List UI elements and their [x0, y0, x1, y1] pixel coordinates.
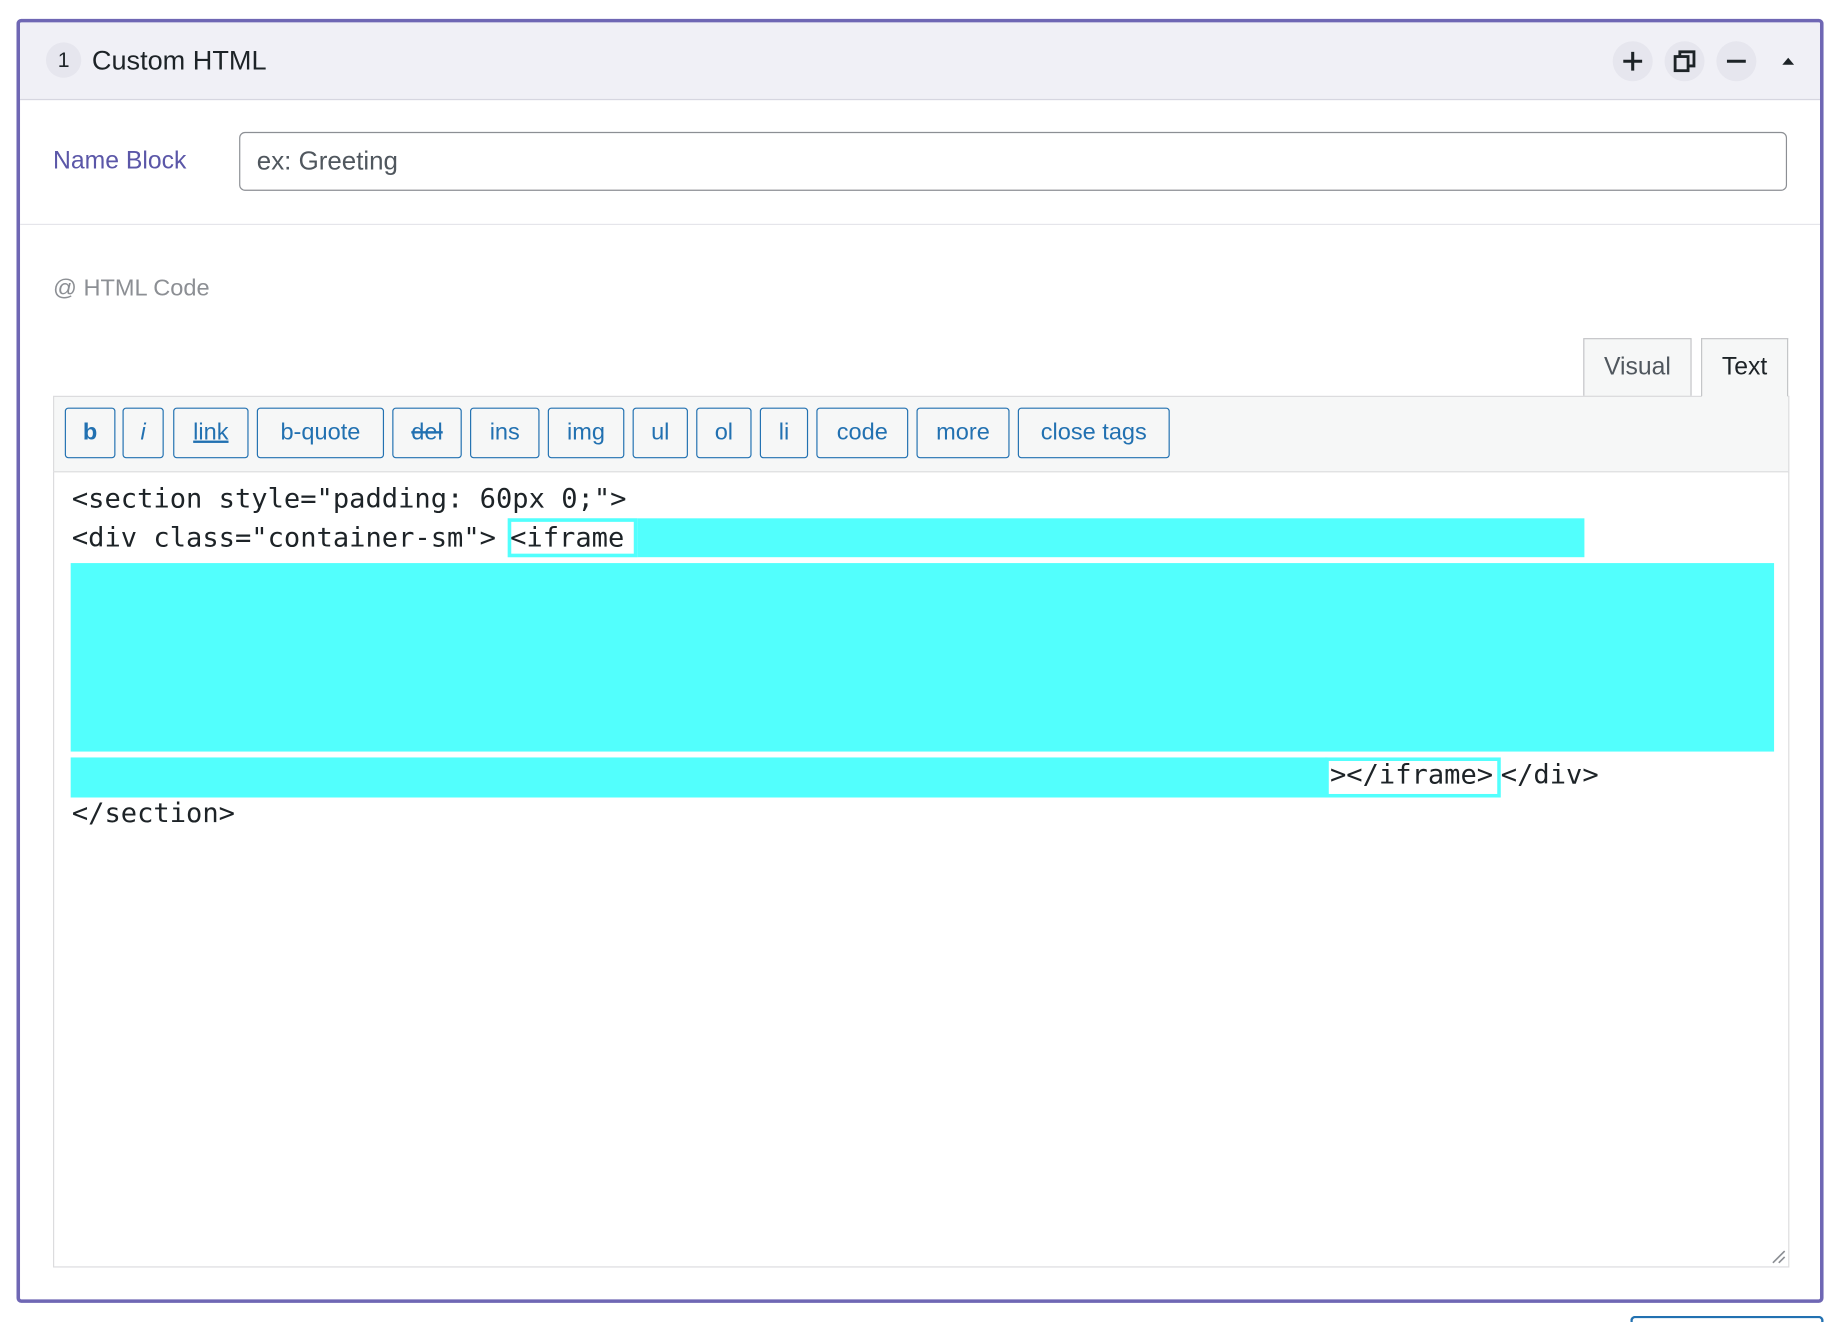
- code-highlight-line4: [70, 757, 1328, 798]
- block-header[interactable]: 1 Custom HTML: [20, 22, 1821, 101]
- quicktag-blockquote-button[interactable]: b-quote: [256, 407, 385, 459]
- code-highlight-block: [70, 563, 1775, 752]
- tab-visual[interactable]: Visual: [1583, 338, 1692, 397]
- code-line-4-div-close: </div>: [1500, 759, 1599, 791]
- quicktag-bold-button[interactable]: b: [64, 407, 116, 459]
- name-block-row: Name Block: [20, 100, 1821, 225]
- block-title: Custom HTML: [91, 44, 267, 76]
- caret-up-icon: [1782, 57, 1795, 65]
- quicktag-more-button[interactable]: more: [916, 407, 1010, 459]
- plus-icon: [1623, 51, 1643, 71]
- quicktag-ul-button[interactable]: ul: [632, 407, 688, 459]
- name-block-label: Name Block: [53, 147, 187, 175]
- minus-icon: [1726, 59, 1746, 63]
- code-line-2-prefix: <div class="container-sm">: [71, 523, 496, 554]
- quicktag-close-tags-button[interactable]: close tags: [1017, 407, 1170, 459]
- duplicate-block-button[interactable]: [1664, 41, 1705, 82]
- quicktag-italic-button[interactable]: i: [122, 407, 164, 459]
- code-line-1: <section style="padding: 60px 0;">: [71, 484, 627, 515]
- html-code-editor[interactable]: <section style="padding: 60px 0;"> <div …: [53, 471, 1790, 1268]
- tab-text[interactable]: Text: [1701, 338, 1789, 397]
- quicktag-ins-button[interactable]: ins: [470, 407, 540, 459]
- duplicate-icon: [1673, 50, 1696, 73]
- code-line-5: </section>: [71, 798, 235, 830]
- quicktags-toolbar: b i link b-quote del ins img ul ol li co…: [53, 395, 1790, 473]
- block-number: 1: [45, 42, 82, 78]
- collapse-block-button[interactable]: [1768, 41, 1808, 81]
- quicktag-link-button[interactable]: link: [173, 407, 249, 459]
- quicktag-ol-button[interactable]: ol: [696, 407, 752, 459]
- custom-html-block-panel: 1 Custom HTML Name Block ex: Greeting @ …: [16, 18, 1824, 1303]
- remove-block-button[interactable]: [1716, 41, 1757, 82]
- quicktag-li-button[interactable]: li: [759, 407, 809, 459]
- add-block-button[interactable]: [1612, 41, 1653, 82]
- quicktag-code-button[interactable]: code: [816, 407, 909, 459]
- quicktag-img-button[interactable]: img: [547, 407, 625, 459]
- quicktag-del-button[interactable]: del: [392, 407, 462, 459]
- resize-handle-icon[interactable]: [1769, 1248, 1786, 1264]
- save-button-partial[interactable]: [1630, 1315, 1824, 1322]
- name-block-input[interactable]: [239, 131, 1788, 191]
- code-highlight-line2: [507, 518, 1585, 558]
- code-line-2-iframe-open: <iframe: [510, 523, 641, 554]
- html-code-label: @ HTML Code: [53, 275, 210, 302]
- code-line-4-iframe-close: ></iframe>: [1329, 759, 1494, 791]
